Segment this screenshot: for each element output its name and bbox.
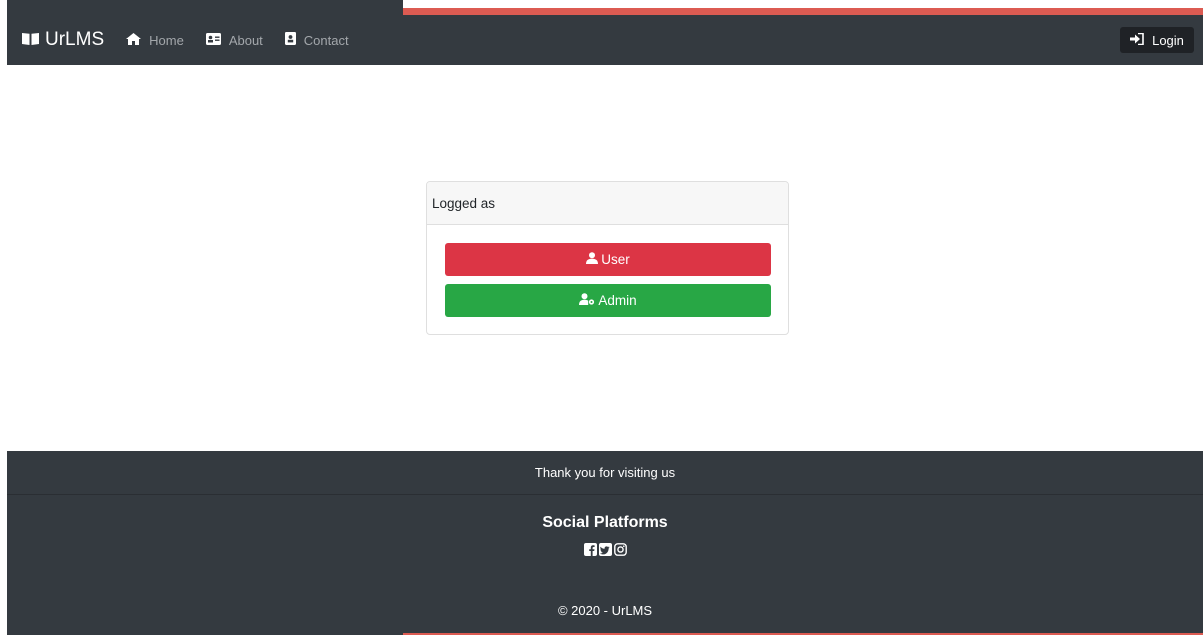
page: UrLMS Home About Contact Login Logged as… [0, 0, 1203, 635]
brand-name: UrLMS [45, 29, 105, 50]
footer-thanks-text: Thank you for visiting us [534, 465, 676, 480]
nav-about[interactable]: About [205, 32, 263, 48]
top-strip [7, 0, 1203, 15]
admin-button-label: Admin [598, 293, 637, 308]
login-role-card: Logged as User Admin [426, 181, 789, 335]
user-button[interactable]: User [445, 243, 771, 276]
social-icons [7, 543, 1203, 561]
user-button-label: User [601, 252, 630, 267]
login-label: Login [1152, 32, 1184, 48]
login-button[interactable]: Login [1120, 27, 1194, 53]
home-icon [126, 32, 149, 48]
nav-about-label: About [228, 32, 263, 48]
user-icon [586, 252, 601, 267]
top-strip-gap [403, 0, 1203, 8]
card-header-text: Logged as [432, 195, 496, 211]
twitter-icon[interactable] [598, 543, 612, 561]
nav-contact-label: Contact [303, 32, 349, 48]
footer: Thank you for visiting us Social Platfor… [7, 451, 1203, 635]
book-icon [22, 29, 45, 51]
navbar: UrLMS Home About Contact Login [7, 15, 1203, 65]
address-book-icon [284, 32, 304, 48]
nav-contact[interactable]: Contact [284, 32, 349, 48]
id-card-icon [205, 32, 229, 48]
instagram-icon[interactable] [613, 543, 627, 561]
facebook-icon[interactable] [583, 543, 597, 561]
top-strip-dark [7, 0, 403, 15]
sign-in-icon [1130, 32, 1152, 48]
brand-link[interactable]: UrLMS [22, 29, 104, 51]
nav-home[interactable]: Home [126, 32, 184, 48]
footer-thanks: Thank you for visiting us [7, 451, 1203, 495]
user-cog-icon [579, 293, 598, 308]
copyright: © 2020 - UrLMS [557, 603, 653, 618]
nav-home-label: Home [149, 32, 184, 48]
card-header: Logged as [427, 182, 788, 225]
top-strip-red [403, 8, 1203, 15]
admin-button[interactable]: Admin [445, 284, 771, 317]
social-platforms-title: Social Platforms [542, 514, 668, 531]
